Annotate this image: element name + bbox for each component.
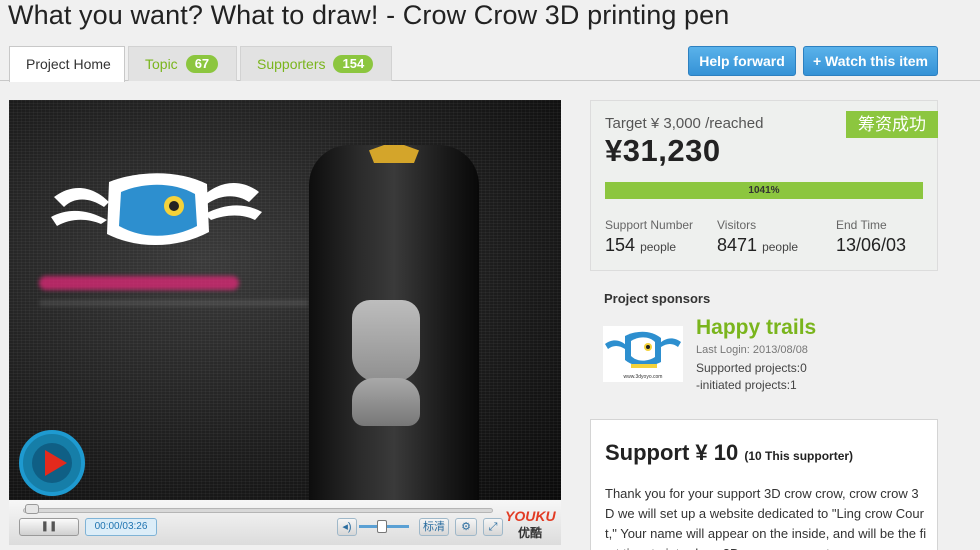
- stat-value: 154: [605, 235, 636, 255]
- help-forward-button[interactable]: Help forward: [688, 46, 796, 76]
- settings-icon[interactable]: ⚙: [455, 518, 477, 536]
- support-tier-title: Support ¥ 10 (10 This supporter): [605, 440, 853, 466]
- funding-progress-bar: 1041%: [605, 182, 923, 199]
- stat-unit: people: [762, 240, 799, 254]
- progress-label: 1041%: [748, 185, 780, 196]
- funding-target: Target ¥ 3,000 /reached: [605, 115, 764, 132]
- page-title: What you want? What to draw! - Crow Crow…: [8, 0, 730, 30]
- watch-item-button[interactable]: + Watch this item: [803, 46, 938, 76]
- support-amount: Support ¥ 10: [605, 440, 739, 465]
- gray-stripe: [39, 300, 309, 306]
- pause-button[interactable]: ❚❚: [19, 518, 79, 536]
- stat-support-number: Support Number 154 people: [605, 218, 693, 256]
- video-controls: ❚❚ 00:00/03:26 ◂) 标清 ⚙ ⤢ YOUKU 优酷: [9, 500, 561, 545]
- support-description: Thank you for your support 3D crow crow,…: [605, 486, 927, 550]
- funding-success-badge: 筹资成功: [846, 111, 938, 138]
- video-frame: [9, 100, 561, 525]
- volume-handle[interactable]: [377, 520, 387, 533]
- youku-logo[interactable]: YOUKU 优酷: [505, 508, 556, 541]
- sponsor-section-title: Project sponsors: [604, 291, 711, 306]
- youku-brand-cn: 优酷: [517, 526, 542, 540]
- tab-project-home[interactable]: Project Home: [9, 46, 125, 82]
- tab-supporters[interactable]: Supporters 154: [240, 46, 392, 81]
- pen-button-top: [352, 300, 420, 382]
- fullscreen-icon[interactable]: ⤢: [483, 518, 503, 536]
- stat-label: End Time: [836, 218, 887, 232]
- quality-button[interactable]: 标清: [419, 518, 449, 536]
- seek-bar[interactable]: [23, 508, 493, 513]
- count-badge: 67: [185, 55, 219, 73]
- stat-label: Visitors: [717, 218, 757, 232]
- tab-label: Project Home: [26, 56, 111, 72]
- sponsor-last-login: Last Login: 2013/08/08: [696, 344, 808, 356]
- stat-visitors: Visitors 8471 people: [717, 218, 798, 256]
- stat-label: Support Number: [605, 218, 694, 232]
- stat-value: 8471: [717, 235, 758, 255]
- sponsor-supported-projects: Supported projects:0: [696, 361, 807, 375]
- funding-amount: ¥31,230: [605, 133, 721, 168]
- crow-logo-icon: [605, 331, 681, 368]
- sponsor-name-link[interactable]: Happy trails: [696, 316, 816, 340]
- stat-end-time: End Time 13/06/03: [836, 218, 906, 256]
- youku-brand: YOUKU: [505, 508, 556, 524]
- crow-logo-icon: [51, 173, 262, 246]
- tab-label: Supporters: [257, 56, 326, 72]
- support-tier-card[interactable]: Support ¥ 10 (10 This supporter) Thank y…: [590, 419, 938, 550]
- sponsor-initiated-projects: -initiated projects:1: [696, 378, 797, 392]
- seek-handle[interactable]: [25, 504, 39, 514]
- count-badge: 154: [333, 55, 374, 73]
- play-icon: [45, 450, 67, 476]
- volume-icon[interactable]: ◂): [337, 518, 357, 536]
- pink-stripe: [39, 276, 239, 290]
- sponsor-avatar[interactable]: www.3dyoyo.com: [603, 326, 683, 382]
- stat-value: 13/06/03: [836, 235, 907, 255]
- pen-button-bottom: [352, 378, 420, 426]
- tab-label: Topic: [145, 56, 178, 72]
- time-display: 00:00/03:26: [85, 518, 157, 536]
- sponsor-logo-caption: www.3dyoyo.com: [623, 374, 663, 380]
- video-player[interactable]: ❚❚ 00:00/03:26 ◂) 标清 ⚙ ⤢ YOUKU 优酷: [9, 100, 561, 545]
- funding-panel: Target ¥ 3,000 /reached ¥31,230 筹资成功 104…: [590, 100, 938, 271]
- support-count: (10 This supporter): [744, 449, 854, 463]
- stat-unit: people: [640, 240, 677, 254]
- tab-topic[interactable]: Topic 67: [128, 46, 237, 81]
